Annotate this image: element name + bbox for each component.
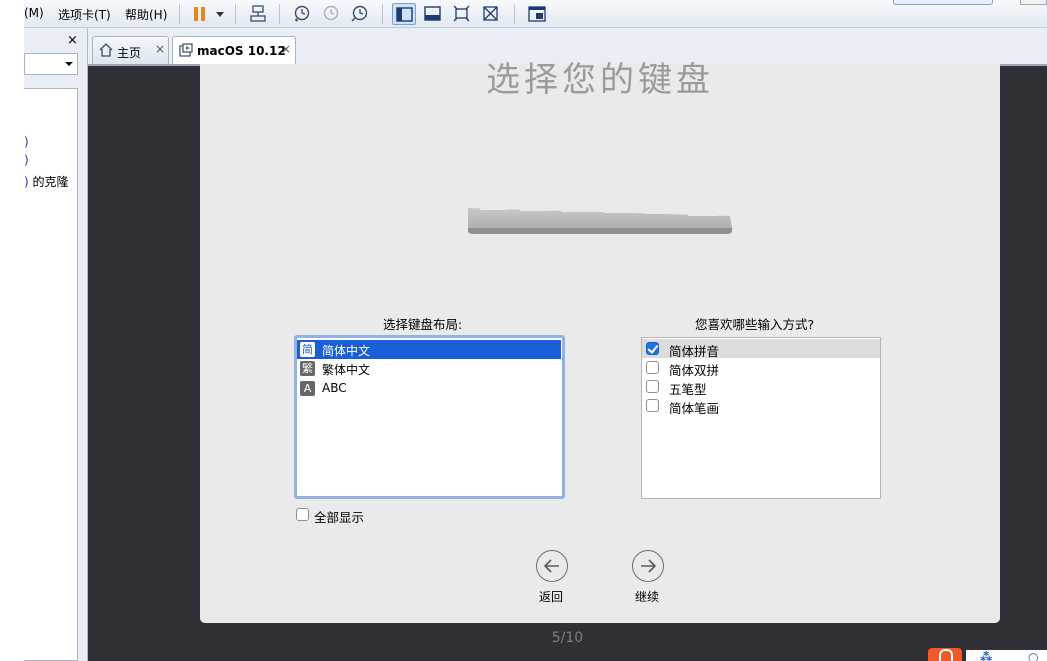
tree-item-clone[interactable]: ) 的克隆: [24, 173, 69, 190]
arrow-right-icon: [641, 559, 657, 573]
toolbar-separator: [279, 4, 280, 24]
take-snapshot-button[interactable]: [289, 3, 313, 25]
toolbar-separator: [179, 4, 180, 24]
tab-home[interactable]: 主页 ×: [92, 36, 169, 64]
library-tree: ) ) ) 的克隆: [24, 88, 78, 661]
close-icon[interactable]: ×: [155, 42, 165, 56]
console-view-button[interactable]: [525, 3, 549, 25]
library-close-icon[interactable]: ×: [67, 33, 78, 48]
unity-button[interactable]: [479, 3, 503, 25]
list-item[interactable]: 简 简体中文: [297, 340, 561, 359]
left-margin: [0, 0, 24, 661]
page-title: 选择您的键盘: [486, 60, 714, 100]
revert-snapshot-button: [318, 3, 342, 25]
list-item[interactable]: 简体拼音: [642, 339, 880, 359]
tray-search-icon[interactable]: ○: [1028, 650, 1038, 661]
home-icon: [99, 43, 113, 57]
snapshot-manager-button[interactable]: [347, 3, 371, 25]
menu-help[interactable]: 帮助(H): [125, 6, 167, 23]
list-item[interactable]: 简体笔画: [642, 396, 880, 416]
full-screen-icon: [453, 5, 470, 22]
chevron-down-icon: [65, 62, 73, 66]
menu-view[interactable]: (M): [24, 6, 44, 20]
tree-item-fragment[interactable]: ): [24, 135, 29, 149]
tab-home-label: 主页: [117, 46, 142, 60]
toolbar-separator: [514, 4, 515, 24]
page-indicator: 5/10: [551, 630, 584, 646]
input-methods-label: 您喜欢哪些输入方式?: [695, 317, 815, 332]
layout-list[interactable]: 简 简体中文 繁 繁体中文 A ABC: [294, 335, 565, 499]
show-all-label: 全部显示: [314, 510, 365, 525]
show-library-button[interactable]: [392, 3, 416, 25]
pause-icon: [194, 7, 224, 21]
snapshot-revert-icon: [323, 5, 339, 21]
console-view-icon: [528, 6, 546, 22]
toolbar-separator: [382, 4, 383, 24]
layout-list-label: 选择键盘布局:: [383, 317, 463, 332]
back-button[interactable]: [536, 550, 568, 582]
library-pane-icon: [396, 7, 413, 22]
list-item-label: 简体中文: [322, 344, 371, 358]
keyboard-send-icon: [250, 5, 266, 22]
continue-label[interactable]: 继续: [635, 588, 659, 605]
toolbar-separator: [235, 4, 236, 24]
list-item-label: ABC: [322, 381, 347, 395]
list-item[interactable]: A ABC: [297, 379, 561, 398]
show-thumbnail-bar-button[interactable]: [421, 3, 445, 25]
list-item[interactable]: 五笔型: [642, 377, 880, 397]
menu-tabs[interactable]: 选项卡(T): [58, 6, 111, 23]
tray-input-icon[interactable]: ⁂: [980, 650, 992, 661]
snapshot-manager-icon: [351, 5, 368, 22]
abc-icon: A: [300, 381, 315, 396]
search-box-edge[interactable]: [893, 0, 993, 5]
setup-assistant-window: 选择您的键盘 选择键盘布局: 简 简体中文 繁 繁体中文 A ABC 全部显示 …: [200, 60, 1000, 623]
full-screen-button[interactable]: [450, 3, 474, 25]
checkbox[interactable]: [646, 361, 659, 374]
continue-button[interactable]: [632, 550, 664, 582]
list-item[interactable]: 简体双拼: [642, 358, 880, 378]
back-label[interactable]: 返回: [539, 588, 563, 605]
arrow-left-icon: [543, 559, 559, 573]
keyboard-illustration: [468, 207, 732, 234]
sogou-ime-icon[interactable]: [928, 648, 962, 661]
list-item-label: 简体笔画: [669, 401, 720, 416]
checkbox-checked[interactable]: [646, 342, 659, 355]
tree-item-fragment[interactable]: ): [24, 153, 29, 167]
list-item[interactable]: 繁 繁体中文: [297, 359, 561, 378]
traditional-chinese-icon: 繁: [300, 361, 315, 376]
window-control-edge[interactable]: [1020, 0, 1047, 5]
unity-icon: [483, 6, 498, 21]
input-methods-list[interactable]: 简体拼音 简体双拼 五笔型 简体笔画: [641, 337, 881, 499]
list-item-label: 繁体中文: [322, 363, 371, 377]
checkbox[interactable]: [646, 380, 659, 393]
suspend-button[interactable]: [187, 3, 227, 25]
simplified-chinese-icon: 简: [300, 342, 315, 357]
snapshot-clock-icon: [294, 5, 310, 22]
library-search-dropdown[interactable]: [24, 53, 78, 75]
library-pane: × ) ) ) 的克隆: [24, 28, 88, 661]
vm-running-icon: [179, 43, 193, 57]
thumbnail-bar-icon: [424, 6, 441, 21]
checkbox[interactable]: [296, 508, 309, 521]
send-ctrl-alt-del-button[interactable]: [246, 3, 270, 25]
checkbox[interactable]: [646, 399, 659, 412]
